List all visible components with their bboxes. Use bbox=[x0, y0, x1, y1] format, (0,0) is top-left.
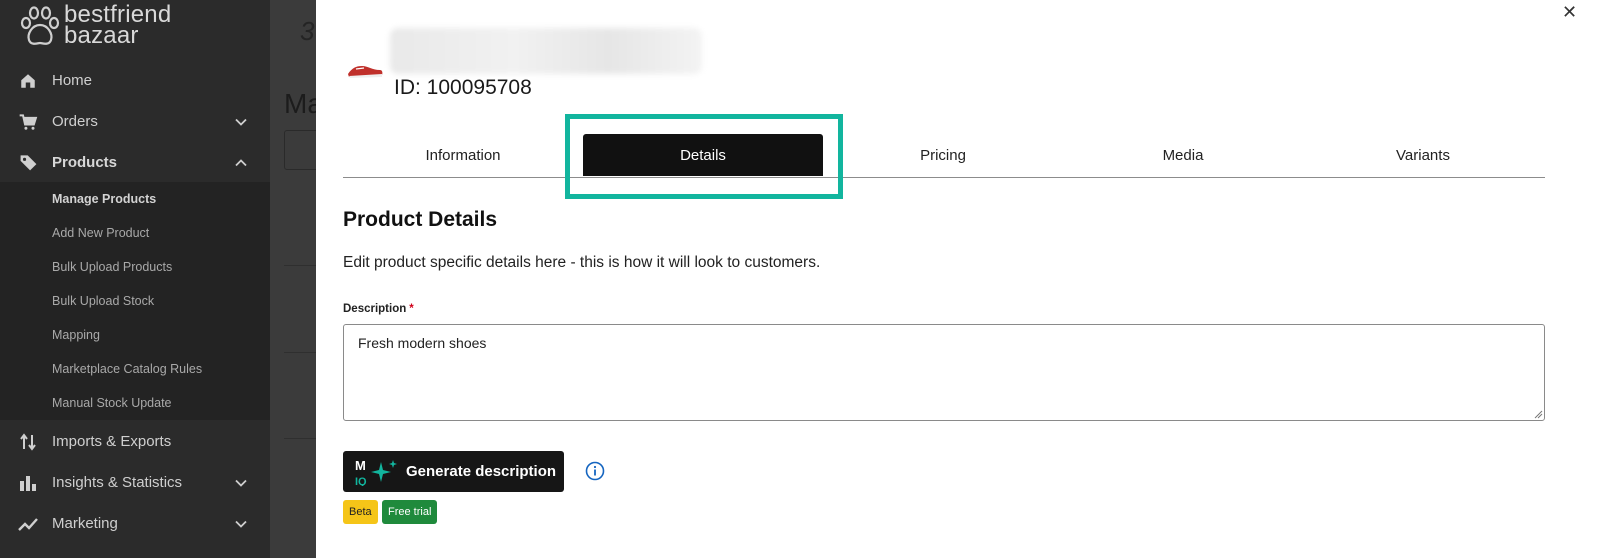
sidebar-item-label: Imports & Exports bbox=[52, 433, 172, 450]
sidebar-item-imports-exports[interactable]: Imports & Exports bbox=[0, 421, 270, 462]
brand-logo[interactable]: bestfriend bazaar bbox=[18, 3, 171, 49]
sidebar-subitem-add-new-product[interactable]: Add New Product bbox=[52, 223, 149, 243]
sidebar-item-home[interactable]: Home bbox=[0, 60, 270, 101]
close-icon[interactable]: ✕ bbox=[1562, 2, 1577, 23]
chevron-down-icon bbox=[235, 118, 247, 126]
sidebar-item-orders[interactable]: Orders bbox=[0, 101, 270, 142]
miq-sparkle-icon: M IQ bbox=[355, 458, 397, 486]
brand-name: bestfriend bazaar bbox=[64, 3, 171, 49]
chevron-up-icon bbox=[235, 158, 247, 166]
sidebar-item-label: Marketing bbox=[52, 515, 118, 532]
tab-information[interactable]: Information bbox=[343, 134, 583, 176]
background-page-overlay: 3 Ma bbox=[270, 0, 316, 558]
product-name-blurred bbox=[390, 28, 702, 74]
info-icon[interactable] bbox=[585, 461, 605, 481]
sidebar-subitem-bulk-upload-products[interactable]: Bulk Upload Products bbox=[52, 257, 172, 277]
sidebar-item-products[interactable]: Products bbox=[0, 142, 270, 183]
divider bbox=[284, 438, 316, 439]
sidebar-subitem-manual-stock-update[interactable]: Manual Stock Update bbox=[52, 393, 172, 413]
sidebar-item-marketing[interactable]: Marketing bbox=[0, 503, 270, 544]
sidebar-item-label: Insights & Statistics bbox=[52, 474, 183, 491]
sidebar-subitem-bulk-upload-stock[interactable]: Bulk Upload Stock bbox=[52, 291, 154, 311]
section-description: Edit product specific details here - thi… bbox=[343, 254, 821, 271]
divider bbox=[284, 352, 316, 353]
tab-media[interactable]: Media bbox=[1063, 134, 1303, 176]
required-mark: * bbox=[409, 303, 414, 315]
sidebar-item-label: Products bbox=[52, 154, 118, 171]
product-thumbnail[interactable] bbox=[346, 56, 384, 82]
product-id: ID: 100095708 bbox=[394, 76, 532, 99]
transfer-icon bbox=[18, 432, 38, 452]
highlight-box bbox=[565, 114, 843, 199]
description-label-text: Description bbox=[343, 303, 407, 315]
sidebar-item-label: Home bbox=[52, 72, 93, 89]
product-edit-panel: ✕ ID: 100095708 Information Details Pric… bbox=[316, 0, 1600, 558]
free-trial-badge: Free trial bbox=[382, 500, 438, 524]
chevron-down-icon bbox=[235, 520, 247, 528]
beta-badge: Beta bbox=[343, 500, 378, 524]
product-tabs: Information Details Pricing Media Varian… bbox=[343, 134, 1545, 178]
description-textarea[interactable]: Fresh modern shoes bbox=[343, 324, 1545, 421]
paw-logo-icon bbox=[20, 6, 60, 45]
sidebar-item-label: Orders bbox=[52, 113, 98, 130]
sidebar-subitem-manage-products[interactable]: Manage Products bbox=[52, 189, 156, 209]
tab-variants[interactable]: Variants bbox=[1303, 134, 1543, 176]
svg-text:M: M bbox=[355, 458, 366, 473]
background-logo-fragment: 3 bbox=[300, 16, 315, 46]
generate-description-label: Generate description bbox=[406, 463, 557, 480]
sidebar: bestfriend bazaar Home Orders Products M… bbox=[0, 0, 270, 558]
divider bbox=[284, 265, 316, 266]
generate-description-button[interactable]: M IQ Generate description bbox=[343, 451, 564, 492]
section-title: Product Details bbox=[343, 208, 498, 231]
chevron-down-icon bbox=[235, 479, 247, 487]
background-search-input bbox=[284, 130, 316, 170]
sidebar-subitem-marketplace-catalog-rules[interactable]: Marketplace Catalog Rules bbox=[52, 359, 202, 379]
svg-text:IQ: IQ bbox=[355, 476, 367, 486]
tab-pricing[interactable]: Pricing bbox=[823, 134, 1063, 176]
brand-line-2: bazaar bbox=[64, 22, 139, 49]
description-label: Description * bbox=[343, 303, 414, 315]
tag-icon bbox=[18, 153, 38, 173]
bar-chart-icon bbox=[18, 473, 38, 493]
sidebar-item-insights-statistics[interactable]: Insights & Statistics bbox=[0, 462, 270, 503]
sidebar-subitem-mapping[interactable]: Mapping bbox=[52, 325, 100, 345]
cart-icon bbox=[18, 112, 38, 132]
trend-icon bbox=[18, 514, 38, 534]
home-icon bbox=[18, 71, 38, 91]
resize-handle-icon[interactable] bbox=[1533, 409, 1543, 419]
background-title-fragment: Ma bbox=[284, 88, 316, 119]
